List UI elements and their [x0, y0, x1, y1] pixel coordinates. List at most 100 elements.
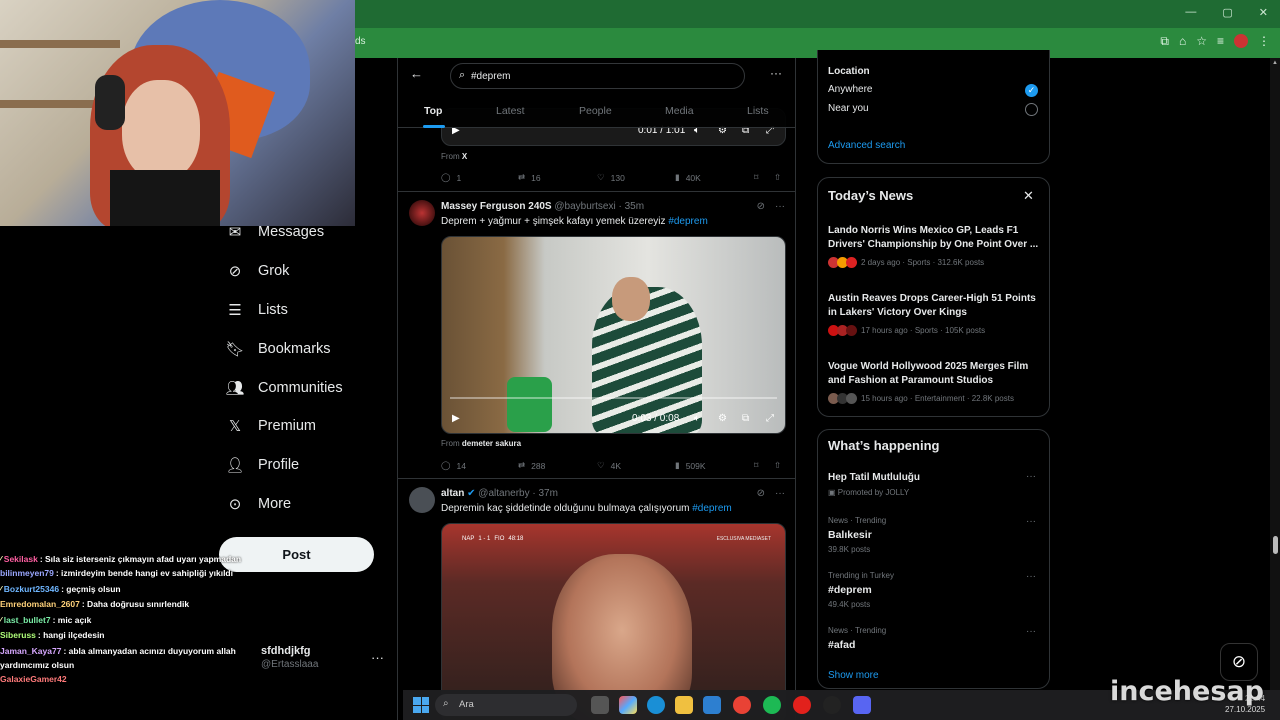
video-player[interactable]: ▶ 0:03 / 0:08 🔈︎ ⚙ ⧉ ⤢ — [441, 236, 786, 434]
profile-avatar[interactable] — [1234, 34, 1248, 48]
nav-label: Grok — [258, 263, 290, 279]
scroll-thumb[interactable] — [1273, 536, 1278, 554]
share-button[interactable]: ⇧ — [774, 172, 781, 183]
share-button[interactable]: ⇧ — [774, 460, 781, 471]
back-arrow-icon[interactable]: ← — [410, 66, 423, 81]
more-icon[interactable]: ··· — [770, 66, 782, 80]
tab-media[interactable]: Media — [665, 105, 694, 117]
trend-name[interactable]: Hep Tatil Mutluluğu — [828, 472, 920, 483]
copilot-icon[interactable] — [619, 696, 637, 714]
taskbar-search[interactable]: ⌕ Ara — [435, 694, 577, 716]
tab-lists[interactable]: Lists — [747, 105, 769, 117]
search-box[interactable]: ⌕ — [450, 63, 745, 89]
avatar[interactable] — [409, 200, 435, 226]
tab-top[interactable]: Top — [424, 105, 442, 117]
extensions-icon[interactable]: ≡ — [1217, 34, 1224, 49]
author-name[interactable]: altan — [441, 488, 464, 499]
task-view-icon[interactable] — [591, 696, 609, 714]
more-icon[interactable]: ··· — [775, 201, 785, 212]
opera-icon[interactable] — [793, 696, 811, 714]
account-switcher[interactable]: sfdhdjkfg @Ertasslaaa — [261, 645, 318, 670]
reply-icon: ◯ — [441, 172, 451, 182]
trend-name[interactable]: #deprem — [828, 584, 872, 596]
from-source[interactable]: demeter sakura — [462, 439, 521, 448]
radio-near-you[interactable] — [1025, 103, 1038, 116]
nav-communities[interactable]: 👥︎ Communities — [225, 373, 342, 403]
star-icon[interactable]: ☆ — [1196, 34, 1207, 49]
fullscreen-icon[interactable]: ⤢ — [766, 413, 774, 424]
like-button[interactable]: ♡ 130 — [597, 172, 625, 183]
video-progress[interactable] — [450, 397, 777, 399]
trend-name[interactable]: Balıkesir — [828, 529, 872, 541]
show-more-link[interactable]: Show more — [828, 670, 879, 681]
repost-button[interactable]: ⇄ 16 — [518, 172, 541, 183]
news-item-title[interactable]: Lando Norris Wins Mexico GP, Leads F1 Dr… — [828, 224, 1040, 251]
option-near-you[interactable]: Near you — [828, 103, 869, 114]
account-more-icon[interactable]: ··· — [371, 650, 384, 665]
option-anywhere[interactable]: Anywhere — [828, 84, 872, 95]
views-button[interactable]: ▮ 40K — [675, 172, 701, 183]
windows-start-icon[interactable] — [413, 697, 429, 713]
trend-name[interactable]: #afad — [828, 639, 855, 651]
chrome-icon[interactable] — [733, 696, 751, 714]
from-source[interactable]: X — [462, 152, 467, 161]
radio-anywhere[interactable]: ✓ — [1025, 84, 1038, 97]
nav-bookmarks[interactable]: 🔖︎ Bookmarks — [225, 334, 330, 364]
spotify-icon[interactable] — [763, 696, 781, 714]
location-filter: Location Anywhere ✓ Near you Advanced se… — [817, 50, 1050, 164]
author-name[interactable]: Massey Ferguson 240S — [441, 201, 552, 212]
maximize-button[interactable]: ▢ — [1222, 6, 1232, 19]
more-icon[interactable]: ··· — [775, 488, 785, 499]
settings-icon[interactable]: ⚙ — [718, 413, 727, 424]
author-handle[interactable]: @altanerby · 37m — [478, 488, 558, 499]
nav-premium[interactable]: 𝕏 Premium — [226, 411, 316, 441]
nav-profile[interactable]: 👤︎ Profile — [225, 450, 299, 480]
grok-icon[interactable]: ⊘ — [757, 488, 765, 499]
translate-icon[interactable]: ⌂ — [1179, 34, 1186, 49]
address-text[interactable]: ds — [355, 36, 366, 47]
page-scrollbar[interactable]: ▲ — [1270, 58, 1280, 720]
avatar[interactable] — [409, 487, 435, 513]
news-item-title[interactable]: Austin Reaves Drops Career-High 51 Point… — [828, 292, 1040, 319]
search-input[interactable] — [471, 68, 731, 84]
tweet[interactable]: Massey Ferguson 240S @bayburtsexi · 35m … — [398, 192, 795, 479]
repost-button[interactable]: ⇄ 288 — [518, 460, 545, 471]
pip-icon[interactable]: ⧉ — [742, 413, 749, 424]
news-item-title[interactable]: Vogue World Hollywood 2025 Merges Film a… — [828, 360, 1040, 387]
volume-icon[interactable]: 🔈︎ — [694, 413, 700, 424]
edge-icon[interactable] — [647, 696, 665, 714]
like-button[interactable]: ♡ 4K — [597, 460, 621, 471]
author-handle[interactable]: @bayburtsexi · 35m — [554, 201, 644, 212]
nav-grok[interactable]: ⊘ Grok — [226, 256, 290, 286]
hashtag-link[interactable]: #deprem — [692, 503, 731, 514]
close-window-button[interactable]: ✕ — [1259, 6, 1268, 19]
bookmark-button[interactable]: ⌑ — [754, 460, 758, 471]
discord-icon[interactable] — [853, 696, 871, 714]
more-icon[interactable]: ··· — [1026, 471, 1036, 482]
hashtag-link[interactable]: #deprem — [668, 216, 707, 227]
menu-icon[interactable]: ⋮ — [1258, 34, 1270, 49]
nav-lists[interactable]: ☰ Lists — [226, 295, 288, 325]
bookmark-button[interactable]: ⌑ — [754, 172, 758, 183]
more-icon[interactable]: ··· — [1026, 516, 1036, 527]
play-icon[interactable]: ▶ — [452, 413, 460, 424]
advanced-search-link[interactable]: Advanced search — [828, 140, 905, 151]
store-icon[interactable] — [703, 696, 721, 714]
more-icon[interactable]: ··· — [1026, 571, 1036, 582]
tweet[interactable]: altan ✔ @altanerby · 37m ⊘ ··· Depremin … — [398, 479, 795, 720]
nav-more[interactable]: ⊙ More — [226, 489, 291, 519]
more-icon[interactable]: ··· — [1026, 626, 1036, 637]
reply-button[interactable]: ◯ 1 — [441, 172, 461, 183]
cast-icon[interactable]: ⧉ — [1160, 34, 1169, 49]
tab-latest[interactable]: Latest — [496, 105, 525, 117]
file-explorer-icon[interactable] — [675, 696, 693, 714]
views-button[interactable]: ▮ 509K — [675, 460, 706, 471]
grok-icon[interactable]: ⊘ — [757, 201, 765, 212]
tab-people[interactable]: People — [579, 105, 612, 117]
scroll-up-icon[interactable]: ▲ — [1272, 60, 1278, 66]
obs-icon[interactable] — [823, 696, 841, 714]
close-icon[interactable]: ✕ — [1023, 188, 1034, 204]
reply-button[interactable]: ◯ 14 — [441, 460, 466, 471]
chat-text: : izmirdeyim bende hangi ev sahipliği yı… — [55, 568, 233, 578]
minimize-button[interactable]: — — [1185, 6, 1196, 19]
